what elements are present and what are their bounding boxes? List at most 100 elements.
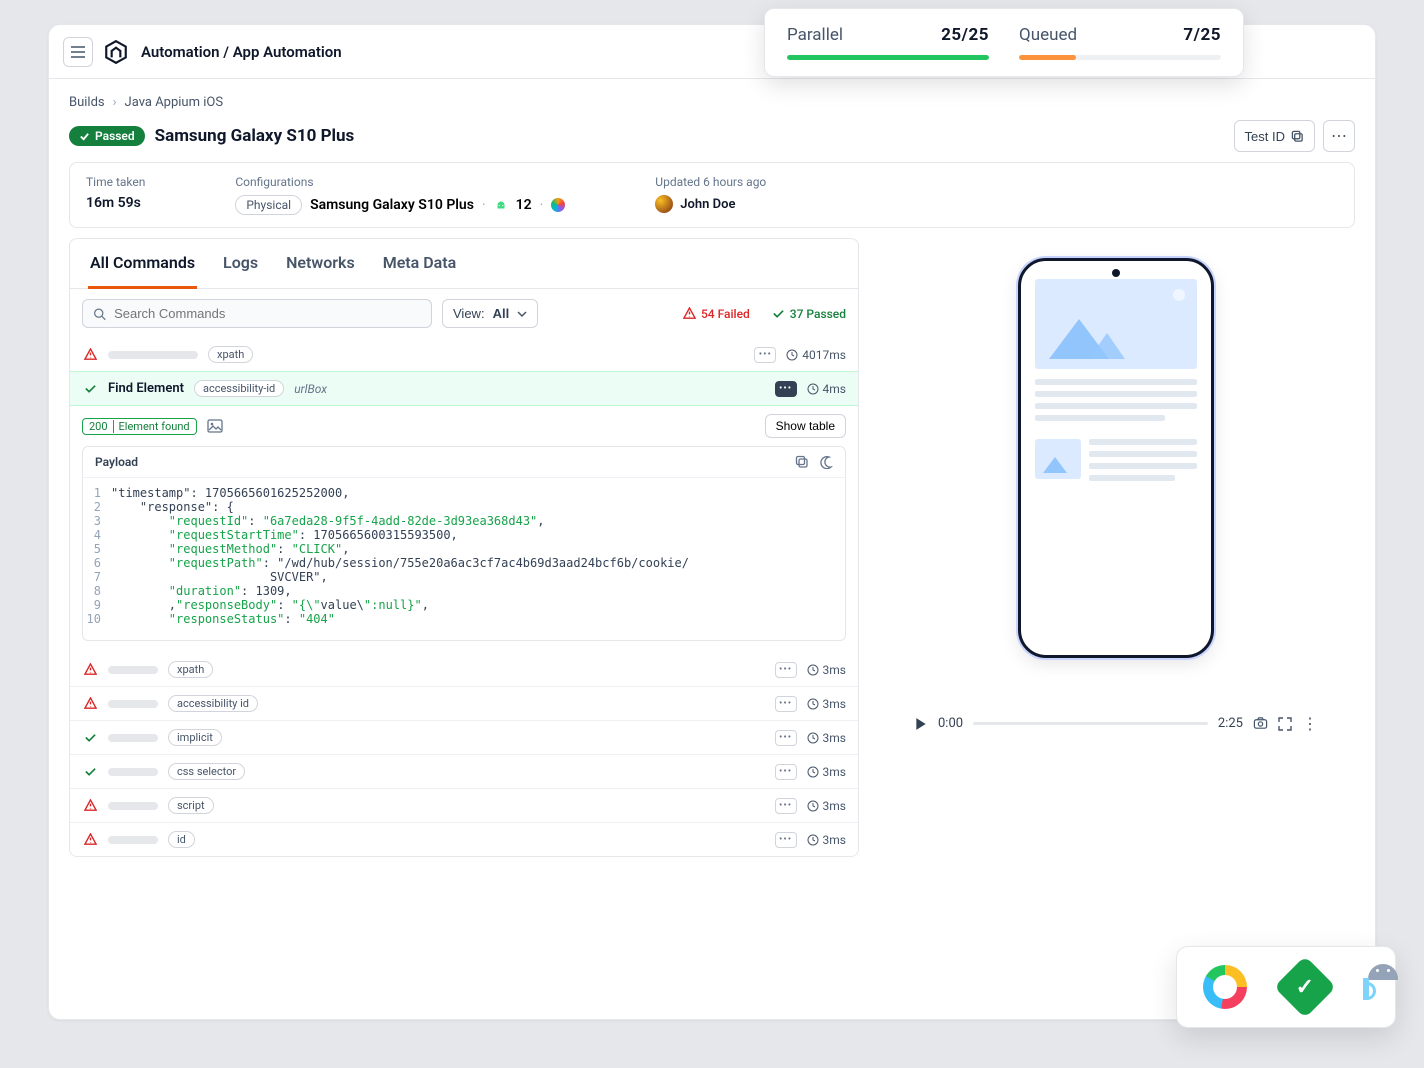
row-more-button[interactable]: ••• — [775, 662, 797, 678]
time-total: 2:25 — [1218, 716, 1243, 731]
parallel-bar — [787, 55, 989, 60]
tab-all-commands[interactable]: All Commands — [88, 239, 197, 289]
physical-chip: Physical — [235, 195, 302, 215]
queued-bar — [1019, 55, 1076, 60]
tab-logs[interactable]: Logs — [221, 239, 260, 289]
user-name: John Doe — [680, 197, 735, 212]
command-name: Find Element — [108, 381, 184, 396]
clock-icon — [807, 383, 819, 395]
time-current: 0:00 — [938, 716, 963, 731]
failed-count: 54 Failed — [683, 307, 750, 321]
command-row-expanded[interactable]: Find Element accessibility-id urlBox •••… — [70, 371, 858, 406]
search-input[interactable] — [82, 299, 432, 328]
payload-panel: Payload 1"timestamp": 170566560162525200… — [82, 446, 846, 641]
command-row[interactable]: xpath ••• 4017ms — [70, 338, 858, 371]
command-row[interactable]: css selector•••3ms — [70, 754, 858, 788]
command-row[interactable]: implicit•••3ms — [70, 720, 858, 754]
command-row[interactable]: accessibility id•••3ms — [70, 686, 858, 720]
show-table-button[interactable]: Show table — [765, 414, 846, 438]
command-row[interactable]: id ••• 3ms — [70, 822, 858, 856]
duration: 3ms — [823, 663, 846, 677]
time-taken-label: Time taken — [86, 175, 145, 189]
locator-chip: accessibility id — [168, 695, 258, 712]
warning-icon — [82, 348, 98, 361]
warning-icon — [82, 697, 98, 710]
payload-title: Payload — [95, 455, 138, 469]
queued-value: 7/25 — [1183, 25, 1221, 45]
locator-chip: xpath — [168, 661, 213, 678]
command-row[interactable]: xpath ••• 3ms — [70, 653, 858, 686]
row-more-button[interactable]: ••• — [775, 730, 797, 746]
clock-icon — [807, 664, 819, 676]
status-pill: 200 Element found — [82, 418, 197, 435]
video-player: 0:00 2:25 ⋮ — [906, 714, 1326, 733]
device-preview — [1018, 258, 1214, 658]
app-main-card: Automation / App Automation Builds › Jav… — [48, 24, 1376, 1020]
clock-icon — [807, 766, 819, 778]
command-list: xpath ••• 4017ms Find Element accessibil… — [69, 338, 859, 857]
warning-icon — [683, 307, 696, 320]
locator-chip: css selector — [168, 763, 245, 780]
fullscreen-icon[interactable] — [1278, 717, 1292, 731]
duration: 3ms — [823, 731, 846, 745]
command-row[interactable]: script•••3ms — [70, 788, 858, 822]
warning-icon — [82, 833, 98, 846]
row-more-button[interactable]: ••• — [775, 764, 797, 780]
chevron-right-icon: › — [113, 95, 117, 110]
breadcrumb-top: Automation / App Automation — [141, 43, 342, 61]
test-id-label: Test ID — [1245, 129, 1285, 144]
test-id-button[interactable]: Test ID — [1234, 120, 1315, 152]
breadcrumb: Builds › Java Appium iOS — [69, 95, 1355, 110]
identifier: urlBox — [294, 382, 327, 396]
row-more-button[interactable]: ••• — [775, 696, 797, 712]
time-taken-value: 16m 59s — [86, 195, 145, 211]
camera-icon[interactable] — [1253, 716, 1268, 731]
clock-icon — [807, 698, 819, 710]
tab-networks[interactable]: Networks — [284, 239, 357, 289]
tab-meta-data[interactable]: Meta Data — [381, 239, 459, 289]
play-button[interactable] — [914, 717, 928, 731]
screenshot-icon[interactable] — [207, 418, 223, 434]
locator-chip: accessibility-id — [194, 380, 284, 397]
device-name: Samsung Galaxy S10 Plus — [310, 197, 474, 213]
stats-float-card: Parallel25/25 Queued7/25 — [764, 8, 1244, 77]
parallel-value: 25/25 — [941, 25, 989, 45]
clock-icon — [807, 834, 819, 846]
copy-icon[interactable] — [795, 455, 809, 469]
view-filter-button[interactable]: View: All — [442, 299, 538, 328]
search-field[interactable] — [114, 306, 421, 321]
row-more-button[interactable]: ••• — [775, 832, 797, 848]
check-icon — [82, 382, 98, 395]
check-icon — [772, 307, 785, 320]
copy-icon — [1291, 130, 1304, 143]
clock-icon — [807, 732, 819, 744]
check-icon — [79, 131, 90, 142]
duration: 4017ms — [802, 348, 846, 362]
player-more-button[interactable]: ⋮ — [1302, 714, 1318, 733]
duration: 3ms — [823, 799, 846, 813]
video-track[interactable] — [973, 722, 1208, 725]
passed-count: 37 Passed — [772, 307, 846, 321]
breadcrumb-root[interactable]: Builds — [69, 95, 105, 110]
queued-label: Queued — [1019, 25, 1077, 45]
row-more-button[interactable]: ••• — [754, 347, 776, 363]
config-label: Configurations — [235, 175, 565, 189]
tabs: All Commands Logs Networks Meta Data — [70, 239, 858, 289]
warning-icon — [82, 799, 98, 812]
clock-icon — [786, 349, 798, 361]
brand-logo-icon — [103, 39, 129, 65]
row-more-button[interactable]: ••• — [775, 381, 797, 397]
chevron-down-icon — [517, 309, 527, 319]
hamburger-menu-button[interactable] — [63, 37, 93, 67]
framework-check-icon: ✓ — [1274, 956, 1336, 1018]
android-icon — [494, 198, 508, 212]
locator-chip: id — [168, 831, 195, 848]
breadcrumb-leaf: Java Appium iOS — [125, 95, 224, 110]
row-more-button[interactable]: ••• — [775, 798, 797, 814]
more-actions-button[interactable]: ⋯ — [1323, 120, 1355, 152]
avatar — [655, 195, 673, 213]
check-icon — [82, 765, 98, 778]
theme-icon[interactable] — [819, 455, 833, 469]
duration: 3ms — [823, 833, 846, 847]
framework-swirl-icon — [1203, 965, 1247, 1009]
